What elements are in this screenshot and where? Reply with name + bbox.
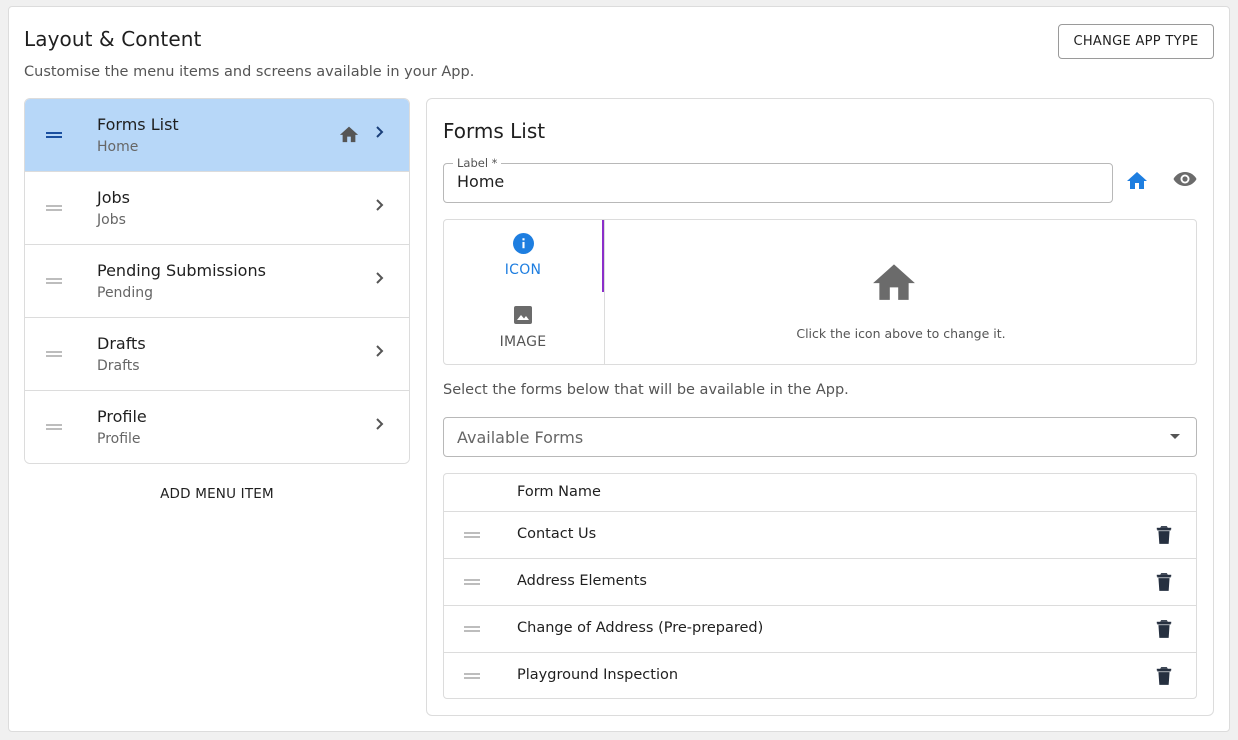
drag-handle-icon[interactable] — [46, 278, 62, 284]
dropdown-caret-icon[interactable] — [1170, 434, 1180, 439]
menu-item-title: Profile — [97, 407, 147, 426]
menu-item-jobs[interactable]: Jobs Jobs — [25, 172, 409, 245]
tab-icon-label: ICON — [504, 262, 542, 278]
chevron-right-icon[interactable] — [373, 124, 387, 143]
add-menu-item-button[interactable]: ADD MENU ITEM — [24, 486, 410, 502]
drag-handle-icon[interactable] — [464, 579, 480, 585]
chevron-right-icon[interactable] — [373, 343, 387, 362]
drag-handle-icon[interactable] — [46, 424, 62, 430]
tab-icon[interactable]: ICON — [443, 219, 603, 291]
delete-trash-icon[interactable] — [1156, 666, 1172, 690]
menu-list: Forms List Home Jobs Jobs Pending Submis… — [24, 98, 410, 464]
icon-image-tabs: ICON IMAGE — [443, 219, 605, 365]
drag-handle-icon[interactable] — [464, 673, 480, 679]
delete-trash-icon[interactable] — [1156, 619, 1172, 643]
menu-item-subtitle: Drafts — [97, 358, 140, 374]
delete-trash-icon[interactable] — [1156, 525, 1172, 549]
menu-item-title: Jobs — [97, 188, 130, 207]
menu-item-forms-list[interactable]: Forms List Home — [25, 99, 409, 172]
drag-handle-icon[interactable] — [464, 532, 480, 538]
visibility-eye-icon[interactable] — [1172, 168, 1198, 194]
menu-item-title: Forms List — [97, 115, 179, 134]
tab-image-label: IMAGE — [499, 334, 547, 350]
drag-handle-icon[interactable] — [46, 205, 62, 211]
chevron-right-icon[interactable] — [373, 416, 387, 435]
page-title: Layout & Content — [24, 27, 202, 51]
info-icon — [513, 233, 534, 258]
menu-item-drafts[interactable]: Drafts Drafts — [25, 318, 409, 391]
page-subtitle: Customise the menu items and screens ava… — [24, 64, 475, 80]
tab-image[interactable]: IMAGE — [443, 291, 603, 363]
chevron-right-icon[interactable] — [373, 270, 387, 289]
menu-item-title: Drafts — [97, 334, 146, 353]
drag-handle-icon[interactable] — [46, 351, 62, 357]
table-row: Change of Address (Pre-prepared) — [444, 606, 1196, 653]
drag-handle-icon[interactable] — [464, 626, 480, 632]
menu-item-subtitle: Profile — [97, 431, 141, 447]
table-row: Contact Us — [444, 512, 1196, 559]
form-name: Address Elements — [517, 573, 647, 589]
table-row: Playground Inspection — [444, 653, 1196, 698]
forms-select-hint: Select the forms below that will be avai… — [443, 382, 849, 398]
menu-item-subtitle: Jobs — [97, 212, 126, 228]
forms-table: Form Name Contact Us Address Elements Ch… — [443, 473, 1197, 699]
home-icon[interactable] — [1125, 168, 1149, 194]
change-app-type-button[interactable]: CHANGE APP TYPE — [1058, 24, 1214, 59]
form-name: Contact Us — [517, 526, 597, 542]
image-icon — [513, 305, 533, 329]
forms-table-header: Form Name — [444, 474, 1196, 512]
label-field-legend: Label * — [453, 156, 502, 170]
label-input[interactable] — [457, 172, 1097, 191]
menu-item-profile[interactable]: Profile Profile — [25, 391, 409, 463]
delete-trash-icon[interactable] — [1156, 572, 1172, 596]
form-name: Playground Inspection — [517, 667, 679, 683]
icon-change-hint: Click the icon above to change it. — [796, 326, 1006, 341]
chevron-right-icon[interactable] — [373, 197, 387, 216]
home-icon — [338, 123, 360, 147]
drag-handle-icon[interactable] — [46, 132, 62, 138]
menu-item-subtitle: Home — [97, 139, 139, 155]
table-row: Address Elements — [444, 559, 1196, 606]
menu-item-subtitle: Pending — [97, 285, 153, 301]
form-name: Change of Address (Pre-prepared) — [517, 620, 764, 636]
menu-item-title: Pending Submissions — [97, 261, 266, 280]
menu-item-pending-submissions[interactable]: Pending Submissions Pending — [25, 245, 409, 318]
form-name-column-header: Form Name — [517, 484, 601, 500]
detail-title: Forms List — [443, 119, 546, 143]
home-icon[interactable] — [868, 256, 920, 306]
available-forms-placeholder: Available Forms — [457, 428, 584, 447]
active-tab-indicator — [602, 220, 604, 292]
